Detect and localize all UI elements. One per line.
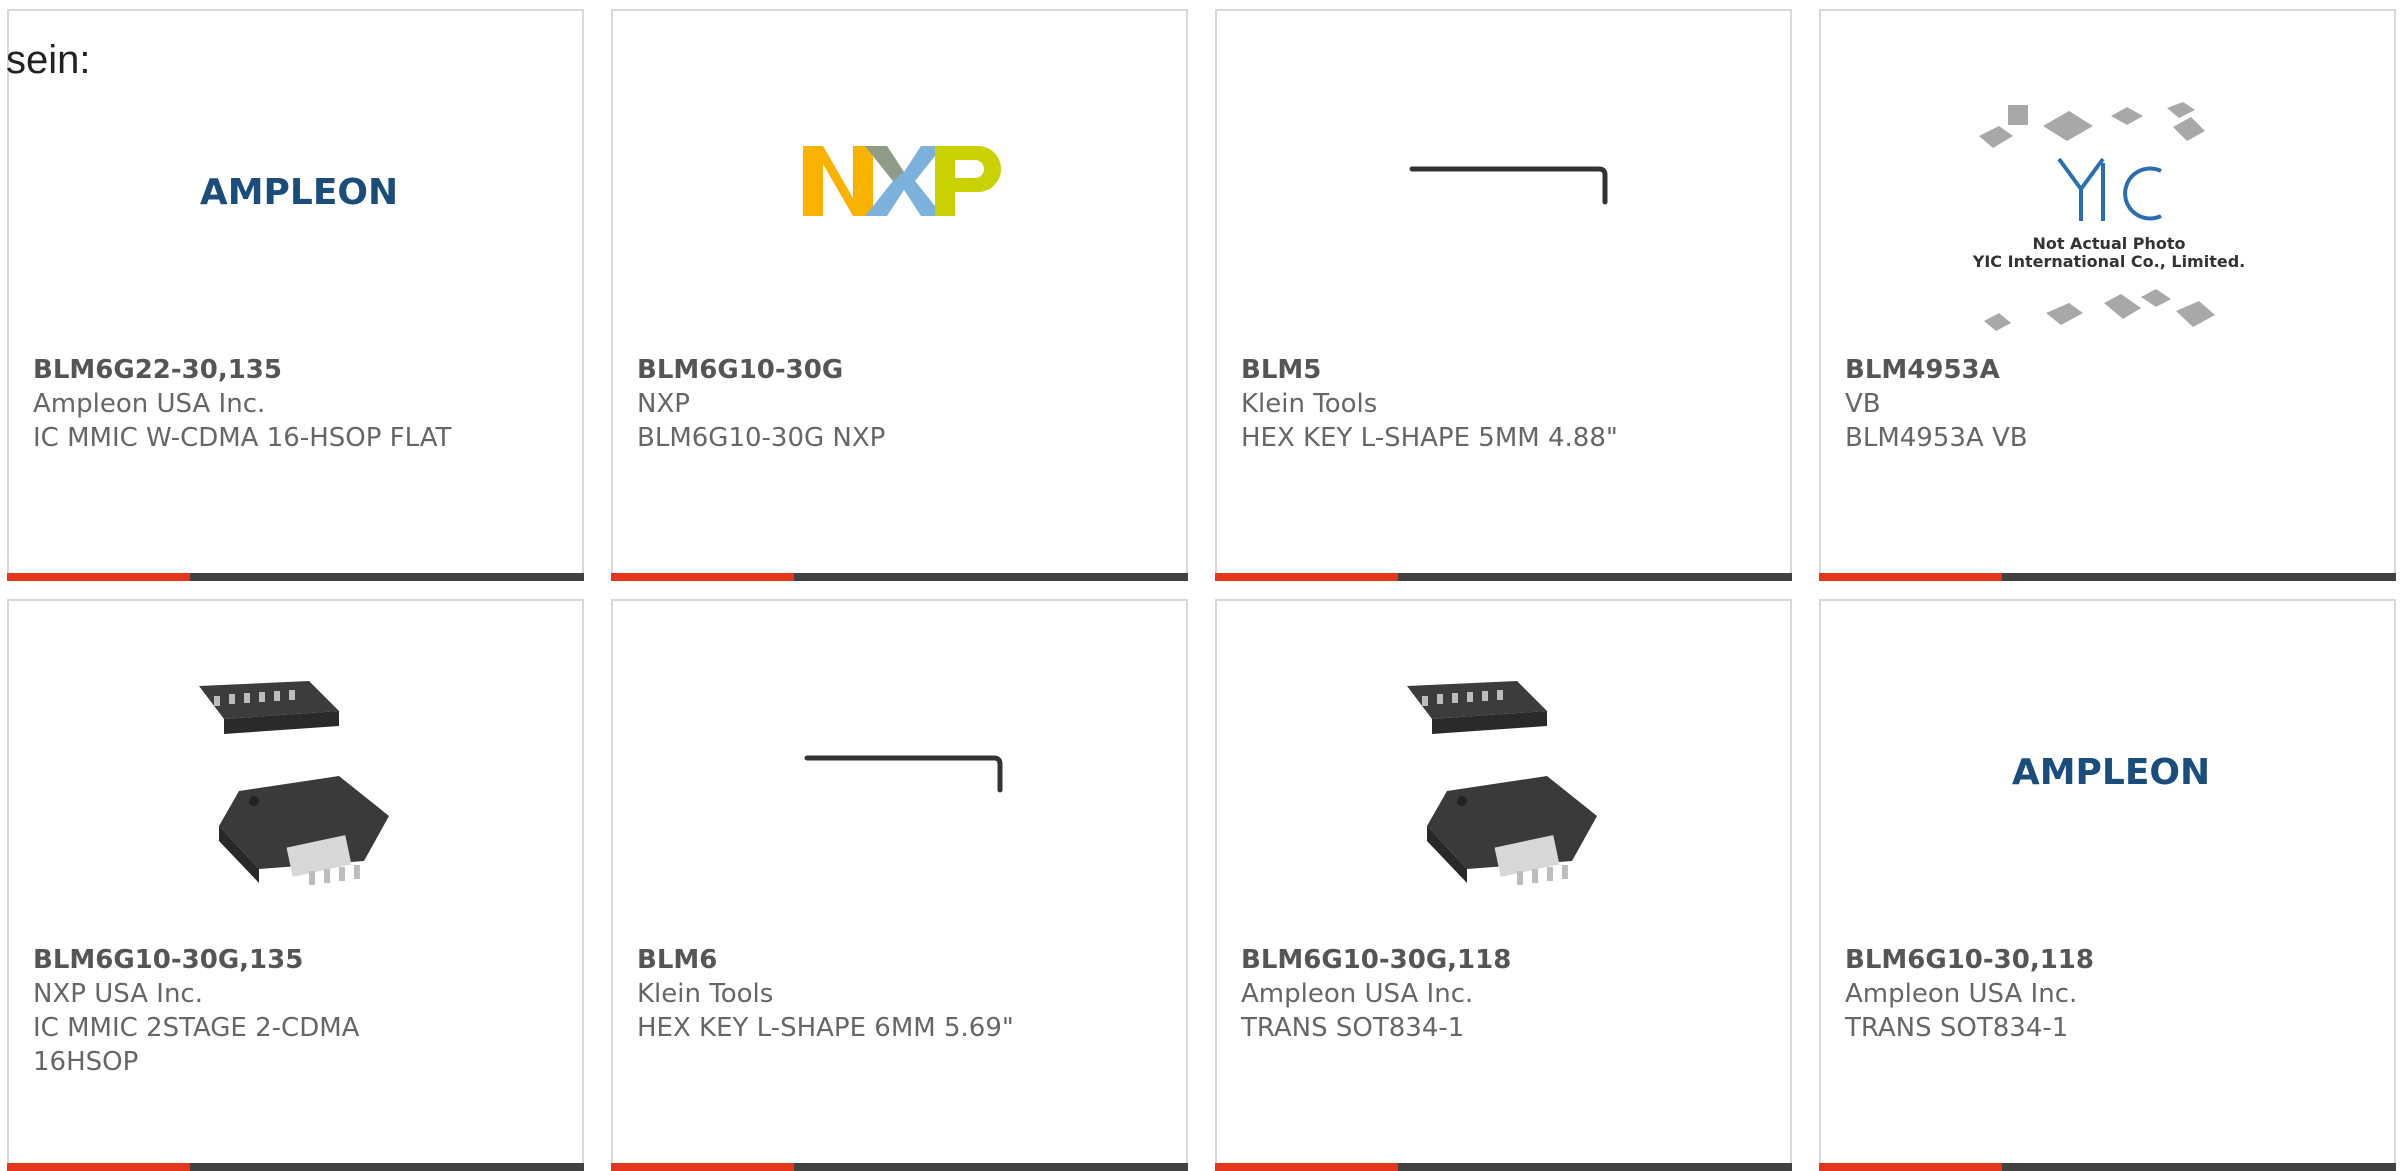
product-image [1217, 11, 1790, 351]
description: IC MMIC W-CDMA 16-HSOP FLAT [33, 423, 452, 453]
nxp-logo [803, 146, 1001, 216]
description: TRANS SOT834-1 [1845, 1013, 2069, 1043]
card-bar [1819, 1163, 2396, 1171]
product-card[interactable]: BLM6G10-30G NXP BLM6G10-30G NXP [611, 9, 1188, 581]
product-card[interactable]: BLM6G10-30G,118 Ampleon USA Inc. TRANS S… [1215, 599, 1792, 1171]
card-bar [611, 573, 1188, 581]
product-image: AMPLEON [1821, 601, 2394, 941]
hsop-package-image [1407, 681, 1597, 885]
photo-note-company: YIC International Co., Limited. [1972, 252, 2245, 271]
description: IC MMIC 2STAGE 2-CDMA [33, 1013, 360, 1043]
description: HEX KEY L-SHAPE 6MM 5.69" [637, 1013, 1014, 1043]
card-bar [1819, 573, 2396, 581]
product-card[interactable]: BLM6 Klein Tools HEX KEY L-SHAPE 6MM 5.6… [611, 599, 1188, 1171]
manufacturer: NXP USA Inc. [33, 979, 203, 1009]
card-bar [611, 1163, 1188, 1171]
card-bar [7, 1163, 584, 1171]
not-actual-photo-image: Not Actual Photo YIC International Co., … [1972, 102, 2245, 331]
part-number[interactable]: BLM4953A [1845, 353, 2345, 387]
product-image [9, 601, 582, 941]
hex-key-icon [1409, 166, 1608, 205]
logo-text: AMPLEON [200, 172, 398, 213]
product-grid: AMPLEON BLM6G22-30,135 Ampleon USA Inc. … [0, 0, 2400, 1171]
description: TRANS SOT834-1 [1241, 1013, 1465, 1043]
product-card[interactable]: BLM6G10-30G,135 NXP USA Inc. IC MMIC 2ST… [7, 599, 584, 1171]
part-number[interactable]: BLM6G10-30,118 [1845, 943, 2345, 977]
product-image [1217, 601, 1790, 941]
manufacturer: Klein Tools [1241, 389, 1378, 419]
hsop-package-image [199, 681, 389, 885]
product-card[interactable]: Not Actual Photo YIC International Co., … [1819, 9, 2396, 581]
product-image: AMPLEON [9, 11, 582, 351]
logo-text: AMPLEON [2012, 752, 2210, 793]
description: BLM4953A VB [1845, 423, 2028, 453]
part-number[interactable]: BLM6G10-30G,135 [33, 943, 533, 977]
manufacturer: Ampleon USA Inc. [33, 389, 266, 419]
product-image [613, 601, 1186, 941]
manufacturer: Ampleon USA Inc. [1241, 979, 1474, 1009]
ampleon-logo: AMPLEON [200, 172, 398, 213]
ampleon-logo: AMPLEON [2012, 752, 2210, 793]
photo-note: Not Actual Photo [2032, 234, 2185, 253]
product-image [613, 11, 1186, 351]
card-bar [1215, 1163, 1792, 1171]
part-number[interactable]: BLM6G22-30,135 [33, 353, 533, 387]
description-continued: 16HSOP [33, 1047, 139, 1077]
part-number[interactable]: BLM6G10-30G [637, 353, 1137, 387]
description: BLM6G10-30G NXP [637, 423, 886, 453]
product-card[interactable]: AMPLEON BLM6G22-30,135 Ampleon USA Inc. … [7, 9, 584, 581]
part-number[interactable]: BLM5 [1241, 353, 1741, 387]
manufacturer: Ampleon USA Inc. [1845, 979, 2078, 1009]
manufacturer: VB [1845, 389, 1881, 419]
part-number[interactable]: BLM6 [637, 943, 1137, 977]
page-heading: sein: [6, 38, 91, 82]
card-bar [1215, 573, 1792, 581]
manufacturer: NXP [637, 389, 690, 419]
hex-key-icon [804, 755, 1003, 793]
product-card[interactable]: AMPLEON BLM6G10-30,118 Ampleon USA Inc. … [1819, 599, 2396, 1171]
card-bar [7, 573, 584, 581]
product-card[interactable]: BLM5 Klein Tools HEX KEY L-SHAPE 5MM 4.8… [1215, 9, 1792, 581]
description: HEX KEY L-SHAPE 5MM 4.88" [1241, 423, 1618, 453]
part-number[interactable]: BLM6G10-30G,118 [1241, 943, 1741, 977]
product-image: Not Actual Photo YIC International Co., … [1821, 11, 2394, 351]
manufacturer: Klein Tools [637, 979, 774, 1009]
